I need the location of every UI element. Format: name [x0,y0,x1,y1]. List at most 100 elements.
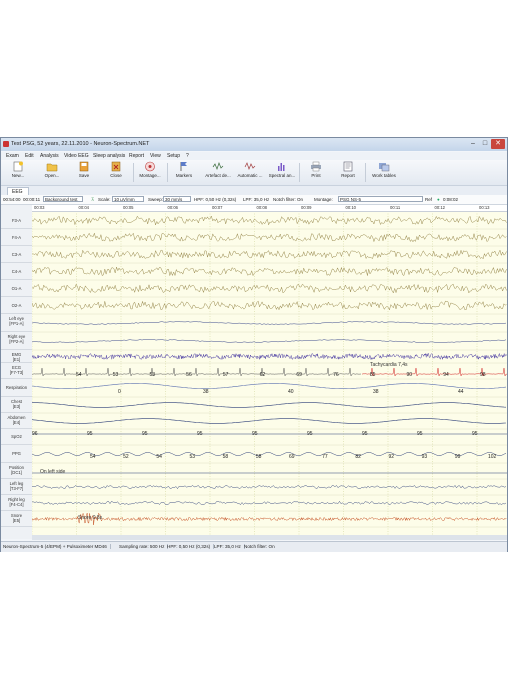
status-sampling: Sampling rate: 500 Hz [119,544,169,549]
elapsed-time: 00:00:11 [23,197,41,202]
menu-setup[interactable]: Setup [167,153,180,159]
channel-name: F3-A [11,217,22,223]
channel-label-6[interactable]: Left eye [FP1-A] [1,314,32,332]
channel-label-18[interactable]: Snore [E5] [1,511,32,527]
channel-label-9[interactable]: ECG [F7-T3] [1,363,32,379]
trace-c3-a [32,249,507,260]
montage-button[interactable]: Montage... [135,161,165,184]
test-select[interactable]: Background test [43,196,83,202]
minimize-button[interactable]: – [467,139,479,149]
ppg-value: 58 [255,454,262,460]
tab-eeg[interactable]: EEG [7,187,29,195]
ppg-value: 82 [355,454,361,460]
signal-plot[interactable]: Tachycardia 7,4s On left side Snore 0,8s… [32,205,507,539]
montage-select[interactable]: PSG NS-5 [338,196,423,202]
spectral-button[interactable]: Spectral an... [267,161,297,184]
report-button[interactable]: Report [333,161,363,184]
notch-button[interactable]: Notch filter: On [273,197,303,202]
ref-button[interactable]: Ref [425,197,432,202]
worktables-button[interactable]: Work tables [369,161,399,184]
time-label: 00:06 [167,205,178,210]
position-annotation[interactable]: On left side [40,469,65,475]
channel-name: PPG [12,451,21,456]
report-icon [343,161,353,172]
channel-label-3[interactable]: C4-A [1,263,32,280]
channel-label-0[interactable]: F3-A [1,212,32,229]
menu-edit[interactable]: Edit [25,153,34,159]
menu-report[interactable]: Report [129,153,144,159]
ecg-value: 85 [369,372,376,378]
ecg-value: 98 [480,372,486,378]
channel-label-10[interactable]: Respiration [1,379,32,397]
worktables-label: Work tables [372,173,396,178]
snore-annotation[interactable]: Snore 0,8s [78,515,102,521]
control-row: 00:54:00 00:00:11 Background test ⊼ Scal… [1,195,507,205]
menu-sleep-analysis[interactable]: Sleep analysis [93,153,125,159]
channel-label-2[interactable]: C3-A [1,246,32,263]
ecg-value: 54 [76,372,82,378]
clock-icon: ● [437,197,440,202]
channel-electrode: [DC1] [11,470,22,475]
menu-video-eeg[interactable]: Video EEG [64,153,89,159]
channel-label-15[interactable]: Position [DC1] [1,463,32,479]
trace-f3-a [32,215,507,226]
channel-label-7[interactable]: Right eye [FP2-A] [1,332,32,350]
channel-name: Snore [10,513,23,518]
scale-select[interactable]: 10 μV/mm [112,196,144,202]
trace-eye-7 [32,339,507,343]
artefact-button[interactable]: Artefact de... [203,161,233,184]
amplitude-icon: ⊼ [91,197,95,202]
sweep-select[interactable]: 30 mm/s [163,196,191,202]
save-button[interactable]: Save [69,161,99,184]
automatic-button[interactable]: Automatic ... [235,161,265,184]
close-window-button[interactable]: ✕ [491,139,505,149]
menu-exam[interactable]: Exam [6,153,19,159]
ecg-value: 90 [406,372,413,378]
tachycardia-annotation[interactable]: Tachycardia 7,4s [370,362,408,368]
toolbar: New... Open... Save Close Montage... Mar… [1,160,507,186]
trace-snore [32,512,507,525]
spo2-value: 95 [417,431,423,437]
channel-label-16[interactable]: Left leg [T3-F7] [1,479,32,495]
channel-label-8[interactable]: EMG [E1] [1,350,32,363]
menu-analysis[interactable]: Analysis [40,153,59,159]
signal-canvas [32,211,507,535]
automatic-label: Automatic ... [237,173,263,178]
channel-name: Right leg [8,497,25,502]
spo2-value: 95 [472,431,478,437]
hpf-button[interactable]: HPF: 0,50 Hz (0,32s) [194,197,236,202]
channel-label-13[interactable]: SpO2 [1,429,32,445]
status-notch: Notch filter: On [244,544,275,549]
channel-label-4[interactable]: O1-A [1,280,32,297]
menu-view[interactable]: View [150,153,161,159]
horizontal-scrollbar[interactable] [32,535,507,540]
time-label: 00:08 [256,205,267,210]
time-label: 00:12 [434,205,445,210]
status-hpf: HPF: 0,50 Hz (0,32s) [167,544,215,549]
channel-label-1[interactable]: F4-A [1,229,32,246]
respiration-value: 38 [373,389,379,395]
channel-name: Position [9,465,24,470]
time-label: 00:09 [301,205,312,210]
menu-bar: Exam Edit Analysis Video EEG Sleep analy… [1,152,507,160]
trace-respiration [32,383,507,389]
channel-label-11[interactable]: Chest [E3] [1,397,32,413]
menu-help[interactable]: ? [186,153,189,159]
lpf-button[interactable]: LPF: 35,0 Hz [243,197,269,202]
print-button[interactable]: Print [301,161,331,184]
tab-row: EEG [1,186,507,195]
new-button[interactable]: New... [3,161,33,184]
channel-label-17[interactable]: Right leg [F4-C4] [1,495,32,511]
toolbar-separator [299,163,300,182]
channel-name: Left eye [9,316,24,321]
maximize-button[interactable]: □ [479,139,491,149]
channel-label-14[interactable]: PPG [1,445,32,463]
markers-button[interactable]: Markers [169,161,199,184]
channel-electrode: [FP1-A] [9,321,24,326]
trace-chest [32,402,507,408]
channel-label-12[interactable]: Abdomen [E4] [1,413,32,429]
close-button[interactable]: Close [101,161,131,184]
open-button[interactable]: Open... [37,161,67,184]
status-lpf: LPF: 35,0 Hz [214,544,245,549]
channel-label-5[interactable]: O2-A [1,297,32,314]
